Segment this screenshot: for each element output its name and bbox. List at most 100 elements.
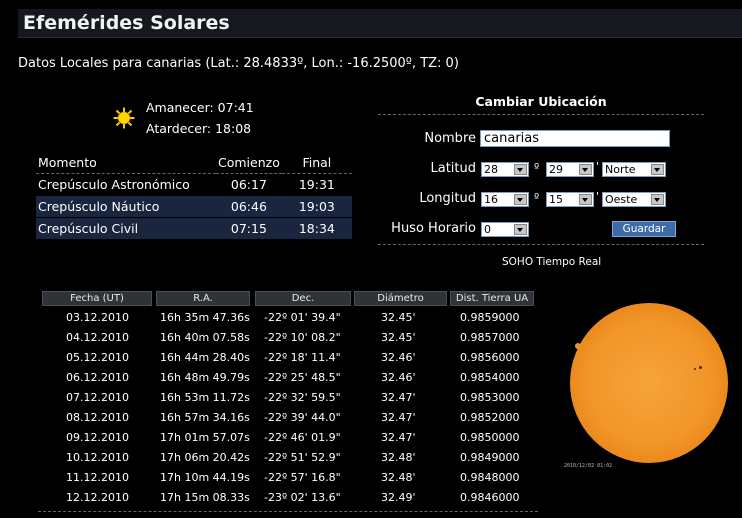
ephemeris-diameter: 32.47' — [381, 411, 416, 424]
table-row: Crepúsculo Civil 07:15 18:34 — [36, 217, 352, 239]
ephemeris-distance: 0.9846000 — [460, 491, 520, 504]
twilight-end: 19:31 — [298, 177, 335, 192]
ephemeris-distance: 0.9859000 — [460, 311, 520, 324]
ephemeris-dec: -22º 18' 11.4" — [264, 351, 341, 364]
twilight-header-end: Final — [281, 152, 352, 174]
title-bar: Efemérides Solares — [18, 9, 742, 38]
divider — [38, 511, 538, 512]
sunspot — [694, 368, 696, 370]
ephemeris-diameter: 32.45' — [381, 331, 416, 344]
change-location-title: Cambiar Ubicación — [475, 94, 607, 109]
ephemeris-dec: -22º 10' 08.2" — [264, 331, 341, 344]
ephemeris-ra: 17h 10m 44.19s — [160, 471, 250, 484]
name-label: Nombre — [424, 131, 476, 146]
ephemeris-header-distance: Dist. Tierra UA — [450, 291, 534, 306]
timezone-label: Huso Horario — [391, 221, 476, 236]
twilight-name: Crepúsculo Náutico — [36, 195, 216, 218]
soho-image-timestamp: 2010/12/02 01:02 — [564, 463, 613, 469]
ephemeris-diameter: 32.47' — [381, 391, 416, 404]
minute-symbol: ' — [596, 160, 600, 173]
table-row: 11.12.2010 17h 10m 44.19s -22º 57' 16.8"… — [40, 468, 540, 488]
ephemeris-dec: -22º 39' 44.0" — [264, 411, 341, 424]
ephemeris-ra: 17h 15m 08.33s — [160, 491, 250, 504]
latitude-direction-value: Norte — [605, 163, 636, 176]
divider — [378, 114, 704, 115]
ephemeris-diameter: 32.49' — [381, 491, 416, 504]
longitude-degrees-value: 16 — [484, 193, 498, 206]
ephemeris-date: 08.12.2010 — [66, 411, 129, 424]
divider — [378, 244, 704, 245]
longitude-minutes-select[interactable]: 15 — [546, 192, 594, 207]
ephemeris-ra: 16h 53m 11.72s — [160, 391, 250, 404]
table-row: 06.12.2010 16h 48m 49.79s -22º 25' 48.5"… — [40, 368, 540, 388]
ephemeris-header-date: Fecha (UT) — [42, 291, 152, 306]
twilight-start: 06:46 — [216, 195, 282, 218]
ephemeris-date: 07.12.2010 — [66, 391, 129, 404]
sunspot — [699, 366, 702, 369]
ephemeris-diameter: 32.46' — [381, 351, 416, 364]
chevron-down-icon — [514, 224, 527, 235]
latitude-minutes-value: 29 — [549, 163, 563, 176]
ephemeris-dec: -22º 46' 01.9" — [264, 431, 341, 444]
soho-sun-image — [570, 303, 728, 463]
twilight-name: Crepúsculo Astronómico — [38, 177, 190, 192]
ephemeris-date: 04.12.2010 — [66, 331, 129, 344]
ephemeris-ra: 16h 57m 34.16s — [160, 411, 250, 424]
ephemeris-dec: -23º 02' 13.6" — [264, 491, 341, 504]
table-row: 04.12.2010 16h 40m 07.58s -22º 10' 08.2"… — [40, 328, 540, 348]
table-row: 12.12.2010 17h 15m 08.33s -23º 02' 13.6"… — [40, 488, 540, 508]
twilight-end: 19:03 — [281, 195, 352, 218]
table-row: Crepúsculo Náutico 06:46 19:03 — [36, 195, 352, 218]
ephemeris-diameter: 32.48' — [381, 451, 416, 464]
timezone-select[interactable]: 0 — [481, 222, 529, 237]
table-row: 05.12.2010 16h 44m 28.40s -22º 18' 11.4"… — [40, 348, 540, 368]
ephemeris-diameter: 32.48' — [381, 471, 416, 484]
twilight-header-start: Comienzo — [216, 152, 282, 174]
ephemeris-date: 11.12.2010 — [66, 471, 129, 484]
chevron-down-icon — [651, 164, 664, 175]
table-row: 10.12.2010 17h 06m 20.42s -22º 51' 52.9"… — [40, 448, 540, 468]
ephemeris-distance: 0.9848000 — [460, 471, 520, 484]
longitude-minutes-value: 15 — [549, 193, 563, 206]
sun-icon — [113, 107, 135, 129]
sunset-time: Atardecer: 18:08 — [146, 121, 252, 136]
chevron-down-icon — [514, 164, 527, 175]
ephemeris-dec: -22º 25' 48.5" — [264, 371, 341, 384]
ephemeris-distance: 0.9852000 — [460, 411, 520, 424]
ephemeris-dec: -22º 32' 59.5" — [264, 391, 341, 404]
ephemeris-dec: -22º 57' 16.8" — [264, 471, 341, 484]
degree-symbol: º — [534, 191, 540, 204]
ephemeris-header-diameter: Diámetro — [354, 291, 447, 306]
latitude-degrees-value: 28 — [484, 163, 498, 176]
chevron-down-icon — [651, 194, 664, 205]
latitude-minutes-select[interactable]: 29 — [546, 162, 594, 177]
ephemeris-diameter: 32.45' — [381, 311, 416, 324]
ephemeris-header-ra: R.A. — [156, 291, 250, 306]
ephemeris-distance: 0.9853000 — [460, 391, 520, 404]
twilight-end: 18:34 — [281, 217, 352, 239]
twilight-table: Momento Comienzo Final Crepúsculo Astron… — [36, 152, 352, 239]
page-title: Efemérides Solares — [23, 12, 230, 34]
location-name-input[interactable] — [480, 130, 670, 147]
solar-prominence — [575, 343, 581, 349]
table-row: Crepúsculo Astronómico 06:17 19:31 — [36, 174, 352, 196]
twilight-start: 06:17 — [230, 177, 267, 192]
ephemeris-ra: 16h 48m 49.79s — [160, 371, 250, 384]
ephemeris-diameter: 32.47' — [381, 431, 416, 444]
save-button[interactable]: Guardar — [612, 221, 676, 237]
chevron-down-icon — [579, 164, 592, 175]
sunrise-time: Amanecer: 07:41 — [146, 100, 254, 115]
ephemeris-date: 10.12.2010 — [66, 451, 129, 464]
chevron-down-icon — [579, 194, 592, 205]
ephemeris-distance: 0.9849000 — [460, 451, 520, 464]
longitude-degrees-select[interactable]: 16 — [481, 192, 529, 207]
longitude-direction-select[interactable]: Oeste — [602, 192, 666, 207]
latitude-direction-select[interactable]: Norte — [602, 162, 666, 177]
ephemeris-date: 05.12.2010 — [66, 351, 129, 364]
soho-realtime-label: SOHO Tiempo Real — [502, 256, 602, 268]
ephemeris-dec: -22º 51' 52.9" — [264, 451, 341, 464]
ephemeris-ra: 16h 44m 28.40s — [160, 351, 250, 364]
latitude-degrees-select[interactable]: 28 — [481, 162, 529, 177]
ephemeris-distance: 0.9856000 — [460, 351, 520, 364]
ephemeris-ra: 17h 01m 57.07s — [160, 431, 250, 444]
